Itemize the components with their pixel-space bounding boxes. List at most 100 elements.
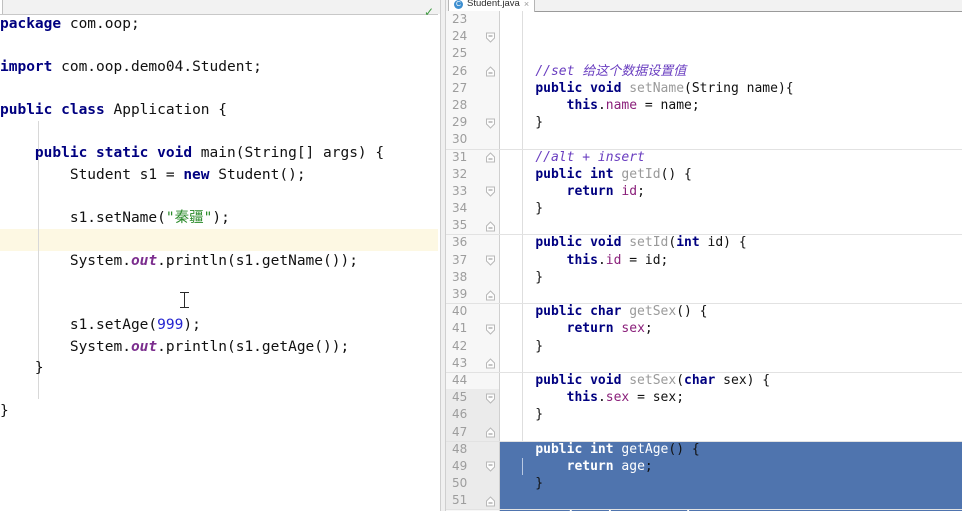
- fold-end-icon[interactable]: [485, 66, 496, 77]
- code-line[interactable]: public void setId(int id) {: [446, 234, 962, 251]
- code-line[interactable]: [500, 492, 962, 510]
- fold-end-icon[interactable]: [485, 427, 496, 438]
- code-line[interactable]: this.id = id;: [500, 252, 962, 269]
- code-line[interactable]: [0, 294, 440, 316]
- code-line[interactable]: }: [500, 475, 962, 493]
- fold-end-icon[interactable]: [485, 358, 496, 369]
- code-line[interactable]: Student s1 = new Student();: [0, 165, 440, 187]
- line-number[interactable]: 45: [446, 389, 499, 407]
- code-line[interactable]: this.sex = sex;: [500, 389, 962, 406]
- line-number[interactable]: 51: [446, 492, 499, 510]
- line-number[interactable]: 48: [446, 440, 499, 458]
- code-line[interactable]: s1.setAge(999);: [0, 315, 440, 337]
- fold-collapse-icon[interactable]: [485, 393, 496, 404]
- line-number[interactable]: 47: [446, 423, 499, 441]
- code-line[interactable]: [0, 229, 440, 251]
- line-number[interactable]: 42: [446, 338, 499, 355]
- tab-application-java[interactable]: ava×: [0, 0, 4, 14]
- code-line[interactable]: this.name = name;: [500, 97, 962, 114]
- line-number[interactable]: 29: [446, 114, 499, 131]
- editor-pane-left[interactable]: ava× ✓ package com.oop;import com.oop.de…: [0, 0, 440, 511]
- line-number[interactable]: 33: [446, 183, 499, 200]
- code-line[interactable]: return id;: [500, 183, 962, 200]
- code-area-left[interactable]: package com.oop; import com.oop.demo04.St…: [0, 14, 440, 423]
- code-line[interactable]: public char getSex() {: [446, 303, 962, 320]
- line-number[interactable]: 41: [446, 320, 499, 337]
- code-line[interactable]: }: [0, 401, 440, 423]
- editor-pane-right[interactable]: C Student.java × 23 24 25 26 27 28 29 30 31 32 33 3…: [446, 0, 962, 511]
- code-line[interactable]: }: [500, 269, 962, 286]
- line-number[interactable]: 32: [446, 166, 499, 183]
- code-line[interactable]: import com.oop.demo04.Student;: [0, 57, 440, 79]
- code-line[interactable]: public void setName(String name){: [500, 80, 962, 97]
- code-line[interactable]: public class Application {: [0, 100, 440, 122]
- line-number[interactable]: 28: [446, 97, 499, 114]
- line-number[interactable]: 36: [446, 234, 499, 251]
- code-line-text: }: [504, 339, 543, 354]
- code-area-right[interactable]: //set 给这个数据设置值 public void setName(Strin…: [446, 11, 962, 511]
- line-number[interactable]: 27: [446, 80, 499, 97]
- line-number[interactable]: 44: [446, 372, 499, 389]
- fold-end-icon[interactable]: [485, 152, 496, 163]
- code-line[interactable]: [0, 380, 440, 402]
- code-line[interactable]: public void setSex(char sex) {: [446, 371, 962, 389]
- line-number[interactable]: 24: [446, 28, 499, 45]
- fold-collapse-icon[interactable]: [485, 255, 496, 266]
- code-line[interactable]: s1.setName("秦疆");: [0, 208, 440, 230]
- code-line[interactable]: public static void main(String[] args) {: [0, 143, 440, 165]
- line-number[interactable]: 39: [446, 286, 499, 303]
- line-number[interactable]: 34: [446, 200, 499, 217]
- token: );: [212, 209, 230, 226]
- code-line[interactable]: public int getId() {: [500, 166, 962, 183]
- code-line[interactable]: return age;: [500, 457, 962, 476]
- code-line-text: s1.setName("秦疆");: [0, 208, 440, 230]
- fold-collapse-icon[interactable]: [485, 32, 496, 43]
- code-line[interactable]: }: [0, 358, 440, 380]
- code-line[interactable]: [500, 355, 962, 372]
- code-line[interactable]: [500, 217, 962, 234]
- line-number[interactable]: 38: [446, 269, 499, 286]
- fold-collapse-icon[interactable]: [485, 461, 496, 473]
- line-number[interactable]: 31: [446, 149, 499, 166]
- code-line[interactable]: System.out.println(s1.getName());: [0, 251, 440, 273]
- code-line[interactable]: //alt + insert: [446, 148, 962, 166]
- line-number[interactable]: 46: [446, 406, 499, 424]
- code-line[interactable]: [0, 122, 440, 144]
- fold-end-icon[interactable]: [485, 221, 496, 232]
- code-line[interactable]: }: [500, 114, 962, 131]
- line-number[interactable]: 37: [446, 252, 499, 269]
- line-number[interactable]: 40: [446, 303, 499, 320]
- line-number[interactable]: 23: [446, 11, 499, 28]
- indent-guide-segment: [522, 457, 523, 476]
- fold-collapse-icon[interactable]: [485, 118, 496, 129]
- code-line-text: this.id = id;: [504, 253, 669, 268]
- line-number[interactable]: 50: [446, 475, 499, 493]
- fold-end-icon[interactable]: [485, 496, 496, 507]
- line-number-gutter[interactable]: 23 24 25 26 27 28 29 30 31 32 33 34 35 36 37 38 39 40 41 42…: [446, 11, 500, 511]
- line-number[interactable]: 35: [446, 217, 499, 234]
- line-number[interactable]: 26: [446, 63, 499, 80]
- fold-collapse-icon[interactable]: [485, 186, 496, 198]
- code-line-text: public void setSex(char sex) {: [504, 373, 770, 388]
- code-line[interactable]: [500, 286, 962, 303]
- code-line[interactable]: public int getAge() {: [446, 440, 962, 458]
- line-number[interactable]: 25: [446, 45, 499, 62]
- line-number[interactable]: 49: [446, 457, 499, 476]
- code-line[interactable]: [0, 79, 440, 101]
- code-line[interactable]: [0, 36, 440, 58]
- line-number[interactable]: 30: [446, 131, 499, 148]
- code-line[interactable]: }: [500, 200, 962, 217]
- code-line[interactable]: return sex;: [500, 320, 962, 337]
- line-number[interactable]: 43: [446, 355, 499, 372]
- code-line[interactable]: [500, 131, 962, 148]
- fold-end-icon[interactable]: [485, 289, 496, 301]
- code-line[interactable]: package com.oop;: [0, 14, 440, 36]
- code-line[interactable]: [500, 424, 962, 441]
- code-line[interactable]: [0, 186, 440, 208]
- code-line[interactable]: [0, 272, 440, 294]
- fold-collapse-icon[interactable]: [485, 324, 496, 335]
- code-line[interactable]: System.out.println(s1.getAge());: [0, 337, 440, 359]
- code-line[interactable]: }: [500, 406, 962, 423]
- code-line[interactable]: //set 给这个数据设置值: [500, 63, 962, 80]
- code-line[interactable]: }: [500, 338, 962, 355]
